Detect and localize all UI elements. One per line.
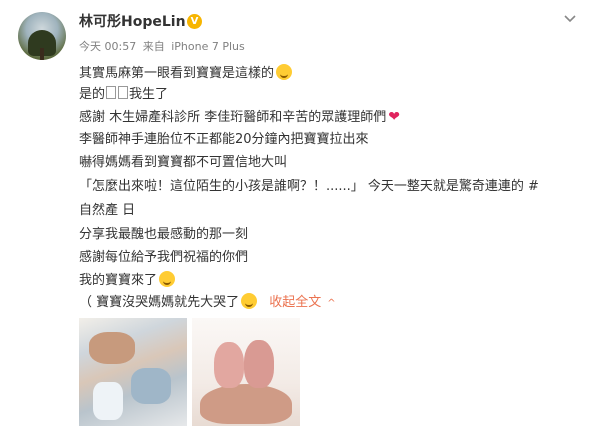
content-line-6: 「怎麼出來啦！這位陌生的小孩是誰啊？！......」 今天一整天就是驚奇連連的 …: [79, 179, 539, 194]
content-text: 我的寶寶來了: [79, 273, 158, 288]
content-line-7[interactable]: 自然產 日: [79, 202, 135, 220]
verified-icon: V: [187, 14, 202, 29]
heart-icon: ❤: [388, 109, 400, 125]
user-name[interactable]: 林可彤HopeLin: [79, 13, 186, 31]
post-photo-1[interactable]: [79, 318, 187, 426]
content-line-1: 其實馬麻第一眼看到寶寶是這樣的: [79, 64, 293, 83]
content-text: 感謝 木生婦產科診所 李佳珩醫師和辛苦的眾護理師們: [79, 110, 387, 125]
post-photo-2[interactable]: [192, 318, 300, 426]
weibo-post-card: 林可彤HopeLin V 今天 00:57 来自 iPhone 7 Plus 其…: [0, 0, 589, 440]
laughing-emoji-icon: [276, 64, 293, 80]
content-line-11: （ 寶寶沒哭媽媽就先大哭了 收起全文 ^: [79, 293, 336, 313]
post-source: iPhone 7 Plus: [171, 40, 245, 53]
avatar[interactable]: [18, 12, 66, 60]
post-meta: 今天 00:57 来自 iPhone 7 Plus: [79, 40, 248, 54]
content-line-10: 我的寶寶來了: [79, 271, 176, 290]
wink-emoji-icon: [159, 271, 176, 287]
post-time[interactable]: 今天 00:57: [79, 40, 136, 53]
content-line-9: 感謝每位給予我們祝福的你們: [79, 250, 249, 265]
content-line-2: 是的 我生了: [79, 86, 168, 104]
collapse-full-text-link[interactable]: 收起全文: [269, 295, 321, 310]
source-prefix: 来自: [142, 40, 165, 53]
content-line-5: 嚇得媽媽看到寶寶都不可置信地大叫: [79, 155, 288, 170]
content-text: 是的: [79, 87, 106, 102]
missing-glyph-icon: [106, 86, 117, 99]
laughing-emoji-icon: [241, 293, 258, 309]
content-line-8: 分享我最醜也最感動的那一刻: [79, 227, 249, 242]
chevron-down-icon[interactable]: [563, 12, 577, 26]
chevron-up-icon[interactable]: ^: [327, 295, 335, 313]
content-text: 我生了: [129, 87, 169, 102]
content-text: （ 寶寶沒哭媽媽就先大哭了: [79, 295, 240, 310]
content-text: 其實馬麻第一眼看到寶寶是這樣的: [79, 66, 275, 81]
content-line-4: 李醫師神手連胎位不正都能20分鐘內把寶寶拉出來: [79, 132, 369, 147]
missing-glyph-icon: [118, 86, 129, 99]
content-line-3: 感謝 木生婦產科診所 李佳珩醫師和辛苦的眾護理師們 ❤: [79, 108, 400, 127]
